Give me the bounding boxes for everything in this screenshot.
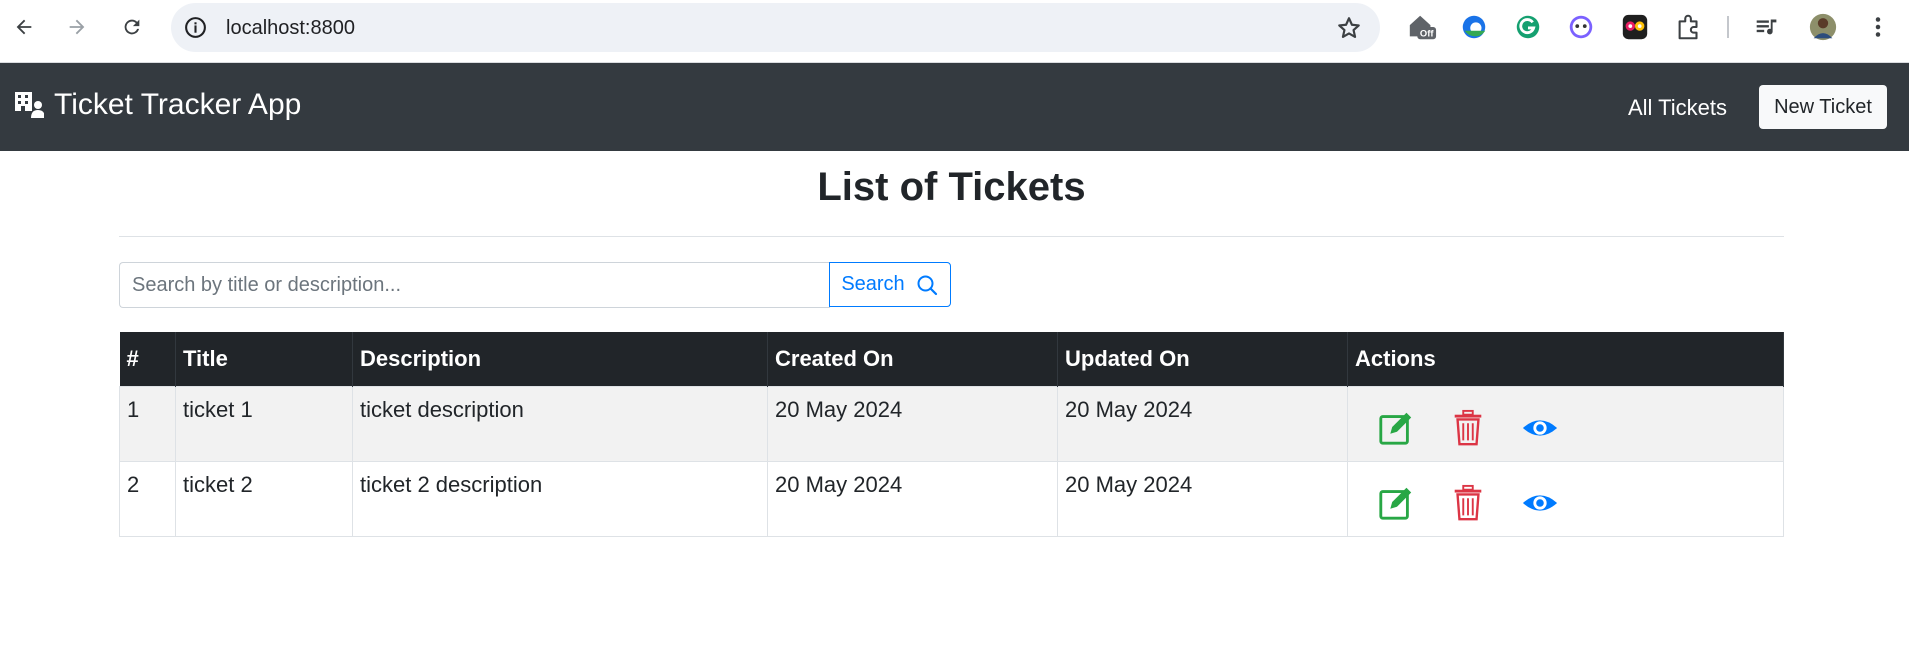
app-navbar: Ticket Tracker App All Tickets New Ticke… (0, 63, 1909, 151)
eye-icon[interactable] (1521, 409, 1559, 447)
owl-icon[interactable] (1619, 11, 1651, 43)
table-row: 2 ticket 2 ticket 2 description 20 May 2… (119, 460, 1784, 537)
column-header-title: Title (175, 332, 353, 386)
svg-text:Off: Off (1420, 28, 1434, 38)
toolbar-separator (1727, 16, 1729, 38)
tickets-table: # Title Description Created On Updated O… (119, 332, 1784, 537)
building-user-icon (15, 92, 44, 118)
ghost-icon[interactable] (1565, 11, 1597, 43)
column-header-number: # (119, 332, 176, 386)
cell-title: ticket 1 (175, 385, 353, 462)
cell-description: ticket 2 description (352, 460, 768, 537)
new-ticket-button[interactable]: New Ticket (1759, 85, 1887, 129)
cell-title: ticket 2 (175, 460, 353, 537)
forward-button[interactable] (62, 12, 92, 42)
nav-all-tickets[interactable]: All Tickets (1628, 95, 1727, 121)
search-input[interactable] (119, 262, 830, 308)
column-header-actions: Actions (1347, 332, 1784, 386)
table-header-row: # Title Description Created On Updated O… (119, 332, 1784, 386)
cell-actions (1347, 460, 1784, 537)
cell-updated-on: 20 May 2024 (1057, 385, 1348, 462)
off-badge-icon[interactable]: Off (1406, 11, 1438, 43)
reload-button[interactable] (117, 12, 147, 42)
column-header-updated-on: Updated On (1057, 332, 1348, 386)
cell-created-on: 20 May 2024 (767, 385, 1058, 462)
grammarly-icon[interactable] (1512, 11, 1544, 43)
arrow-right-icon (69, 19, 85, 35)
edge-icon[interactable] (1458, 11, 1490, 43)
url-text[interactable]: localhost:8800 (226, 17, 355, 40)
page-title: List of Tickets (817, 165, 1086, 209)
chrome-menu-icon[interactable] (1862, 11, 1894, 43)
cell-description: ticket description (352, 385, 768, 462)
eye-icon[interactable] (1521, 484, 1559, 522)
reload-icon (124, 19, 140, 35)
cell-actions (1347, 385, 1784, 462)
edit-icon[interactable] (1377, 409, 1415, 447)
back-button[interactable] (9, 12, 39, 42)
browser-toolbar: localhost:8800 Off (0, 0, 1909, 63)
trash-icon[interactable] (1449, 409, 1487, 447)
site-info-icon[interactable] (183, 15, 208, 40)
search-button-label: Search (841, 273, 905, 295)
cell-number: 2 (119, 460, 176, 537)
cell-updated-on: 20 May 2024 (1057, 460, 1348, 537)
media-icon[interactable] (1751, 11, 1783, 43)
trash-icon[interactable] (1449, 484, 1487, 522)
brand-title: Ticket Tracker App (54, 88, 302, 121)
column-header-created-on: Created On (767, 332, 1058, 386)
cell-number: 1 (119, 385, 176, 462)
bookmark-star-icon[interactable] (1336, 15, 1362, 41)
search-button[interactable]: Search (829, 262, 951, 307)
column-header-description: Description (352, 332, 768, 386)
table-row: 1 ticket 1 ticket description 20 May 202… (119, 385, 1784, 462)
profile-avatar[interactable] (1807, 11, 1839, 43)
address-bar[interactable]: localhost:8800 (171, 3, 1380, 52)
divider (119, 236, 1784, 237)
puzzle-icon[interactable] (1673, 11, 1705, 43)
cell-created-on: 20 May 2024 (767, 460, 1058, 537)
brand[interactable]: Ticket Tracker App (14, 88, 301, 122)
arrow-left-icon (16, 19, 32, 35)
edit-icon[interactable] (1377, 484, 1415, 522)
search-icon (917, 275, 937, 295)
